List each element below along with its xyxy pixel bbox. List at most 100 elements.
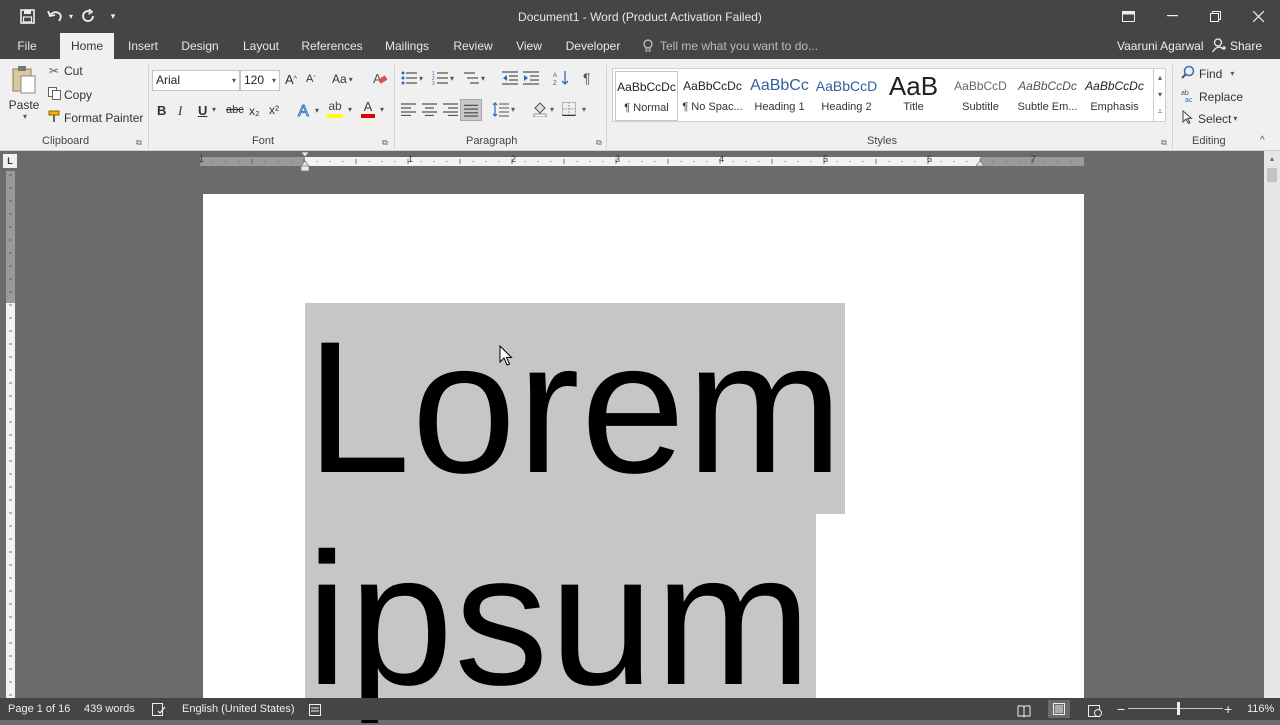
font-size-dropdown-icon[interactable]: ▾ (272, 71, 276, 90)
clipboard-launcher-icon[interactable]: ⧉ (136, 138, 142, 148)
tab-review[interactable]: Review (450, 33, 496, 59)
style-heading-2[interactable]: AaBbCcD Heading 2 (815, 71, 878, 121)
numbering-icon[interactable]: 1 2 3 ▾ (432, 71, 454, 85)
highlight-dropdown-icon[interactable]: ▾ (346, 105, 352, 114)
horizontal-ruler[interactable]: L 1 1 2 3 4 5 6 7 (0, 151, 1264, 172)
tab-mailings[interactable]: Mailings (380, 33, 434, 59)
style-subtle-emphasis[interactable]: AaBbCcDc Subtle Em... (1016, 71, 1079, 121)
style-emphasis[interactable]: AaBbCcDc Emphasis (1083, 71, 1146, 121)
font-color-dropdown-icon[interactable]: ▾ (378, 105, 384, 114)
scroll-thumb[interactable] (1267, 168, 1277, 182)
tab-developer[interactable]: Developer (562, 33, 624, 59)
word-count[interactable]: 439 words (84, 698, 135, 720)
cut-button[interactable]: ✂ Cut (46, 64, 83, 78)
font-launcher-icon[interactable]: ⧉ (382, 138, 388, 148)
select-button[interactable]: Select ▾ (1182, 109, 1237, 127)
shrink-font-icon[interactable]: Aˇ (306, 73, 316, 85)
shading-icon[interactable]: ▾ (532, 101, 554, 117)
font-size-box[interactable]: 120 ▾ (240, 70, 280, 91)
bullets-icon[interactable]: ▾ (401, 71, 423, 85)
tab-references[interactable]: References (300, 33, 364, 59)
minimize-icon[interactable] (1150, 0, 1194, 32)
indent-marker-icon[interactable] (300, 152, 310, 172)
more-styles-icon[interactable]: ⩡ (1154, 103, 1166, 120)
document-text-line[interactable]: ipsum (306, 524, 813, 714)
multilevel-list-icon[interactable]: ▾ (463, 71, 485, 85)
document-text-line[interactable]: Lorem (306, 312, 844, 502)
zoom-slider-track[interactable] (1128, 708, 1223, 709)
text-effects-icon[interactable]: A ▾ (297, 101, 320, 120)
find-button[interactable]: Find ▾ (1181, 65, 1234, 82)
page-count[interactable]: Page 1 of 16 (8, 698, 70, 720)
styles-scroll[interactable]: ▴ ▾ ⩡ (1153, 69, 1166, 121)
print-layout-button[interactable] (1048, 700, 1070, 718)
strikethrough-button[interactable]: abc (226, 104, 244, 116)
language[interactable]: English (United States) (182, 698, 295, 720)
zoom-in-icon[interactable]: + (1224, 698, 1232, 720)
paste-button[interactable]: Paste ▾ (8, 65, 40, 121)
line-spacing-icon[interactable]: ▾ (492, 102, 515, 117)
close-icon[interactable] (1236, 0, 1280, 32)
tab-design[interactable]: Design (178, 33, 222, 59)
align-left-icon[interactable] (401, 103, 416, 116)
svg-text:ac: ac (1185, 97, 1193, 102)
tab-home[interactable]: Home (60, 33, 114, 59)
zoom-slider-thumb[interactable] (1176, 702, 1180, 715)
zoom-out-icon[interactable]: − (1117, 698, 1125, 720)
document-page[interactable]: Lorem ipsum (203, 194, 1084, 714)
grow-font-icon[interactable]: A ^ (285, 72, 297, 87)
replace-button[interactable]: ab ac Replace (1181, 88, 1243, 105)
show-formatting-marks-icon[interactable]: ¶ (583, 70, 591, 86)
share-button[interactable]: Share (1230, 33, 1262, 59)
tab-view[interactable]: View (510, 33, 548, 59)
scroll-up-icon[interactable]: ▴ (1154, 69, 1166, 86)
bold-button[interactable]: B (157, 103, 166, 118)
restore-icon[interactable] (1193, 0, 1237, 32)
read-mode-icon[interactable] (1017, 703, 1031, 725)
collapse-ribbon-icon[interactable]: ^ (1260, 135, 1265, 146)
clear-formatting-icon[interactable]: A (372, 70, 388, 86)
change-case-icon[interactable]: Aa ▾ (332, 72, 353, 86)
tab-file[interactable]: File (8, 33, 46, 59)
underline-button[interactable]: U (198, 103, 207, 118)
font-color-button[interactable]: A (361, 100, 375, 118)
tab-layout[interactable]: Layout (238, 33, 284, 59)
right-indent-marker-icon[interactable] (975, 159, 985, 167)
proofing-icon[interactable] (152, 702, 166, 724)
subscript-button[interactable]: x₂ (249, 104, 260, 118)
italic-button[interactable]: I (178, 103, 182, 119)
sort-icon[interactable]: AZ (553, 70, 569, 86)
superscript-button[interactable]: x² (269, 103, 279, 117)
underline-dropdown-icon[interactable]: ▾ (210, 105, 216, 114)
style-subtitle[interactable]: AaBbCcD Subtitle (949, 71, 1012, 121)
style-title[interactable]: AaB Title (882, 71, 945, 121)
web-layout-icon[interactable] (1088, 703, 1102, 725)
font-name-box[interactable]: Arial ▾ (152, 70, 240, 91)
borders-icon[interactable]: ▾ (562, 102, 586, 116)
styles-launcher-icon[interactable]: ⧉ (1161, 138, 1167, 148)
tell-me-search[interactable]: Tell me what you want to do... (660, 33, 818, 59)
style-normal[interactable]: AaBbCcDc ¶ Normal (615, 71, 678, 121)
style-no-spacing[interactable]: AaBbCcDc ¶ No Spac... (681, 71, 744, 121)
vertical-ruler[interactable] (0, 171, 20, 698)
highlight-color-button[interactable]: ab (327, 100, 343, 118)
paragraph-launcher-icon[interactable]: ⧉ (596, 138, 602, 148)
user-name[interactable]: Vaaruni Agarwal (1117, 33, 1204, 59)
justify-button[interactable] (460, 99, 482, 121)
ribbon-display-icon[interactable] (1106, 0, 1150, 32)
scroll-down-icon[interactable]: ▾ (1154, 86, 1166, 103)
format-painter-button[interactable]: Format Painter (46, 110, 143, 126)
align-center-icon[interactable] (422, 103, 437, 116)
increase-indent-icon[interactable] (523, 71, 539, 85)
font-name-dropdown-icon[interactable]: ▾ (232, 71, 236, 90)
tab-insert[interactable]: Insert (122, 33, 164, 59)
copy-button[interactable]: Copy (46, 87, 92, 103)
tab-selector-icon[interactable]: L (3, 154, 17, 168)
style-heading-1[interactable]: AaBbCc Heading 1 (748, 71, 811, 121)
decrease-indent-icon[interactable] (502, 71, 518, 85)
vertical-scrollbar[interactable]: ▴ (1264, 151, 1280, 698)
scroll-up-arrow-icon[interactable]: ▴ (1264, 151, 1280, 166)
align-right-icon[interactable] (443, 103, 458, 116)
macro-icon[interactable] (309, 702, 321, 724)
zoom-level[interactable]: 116% (1247, 698, 1274, 720)
